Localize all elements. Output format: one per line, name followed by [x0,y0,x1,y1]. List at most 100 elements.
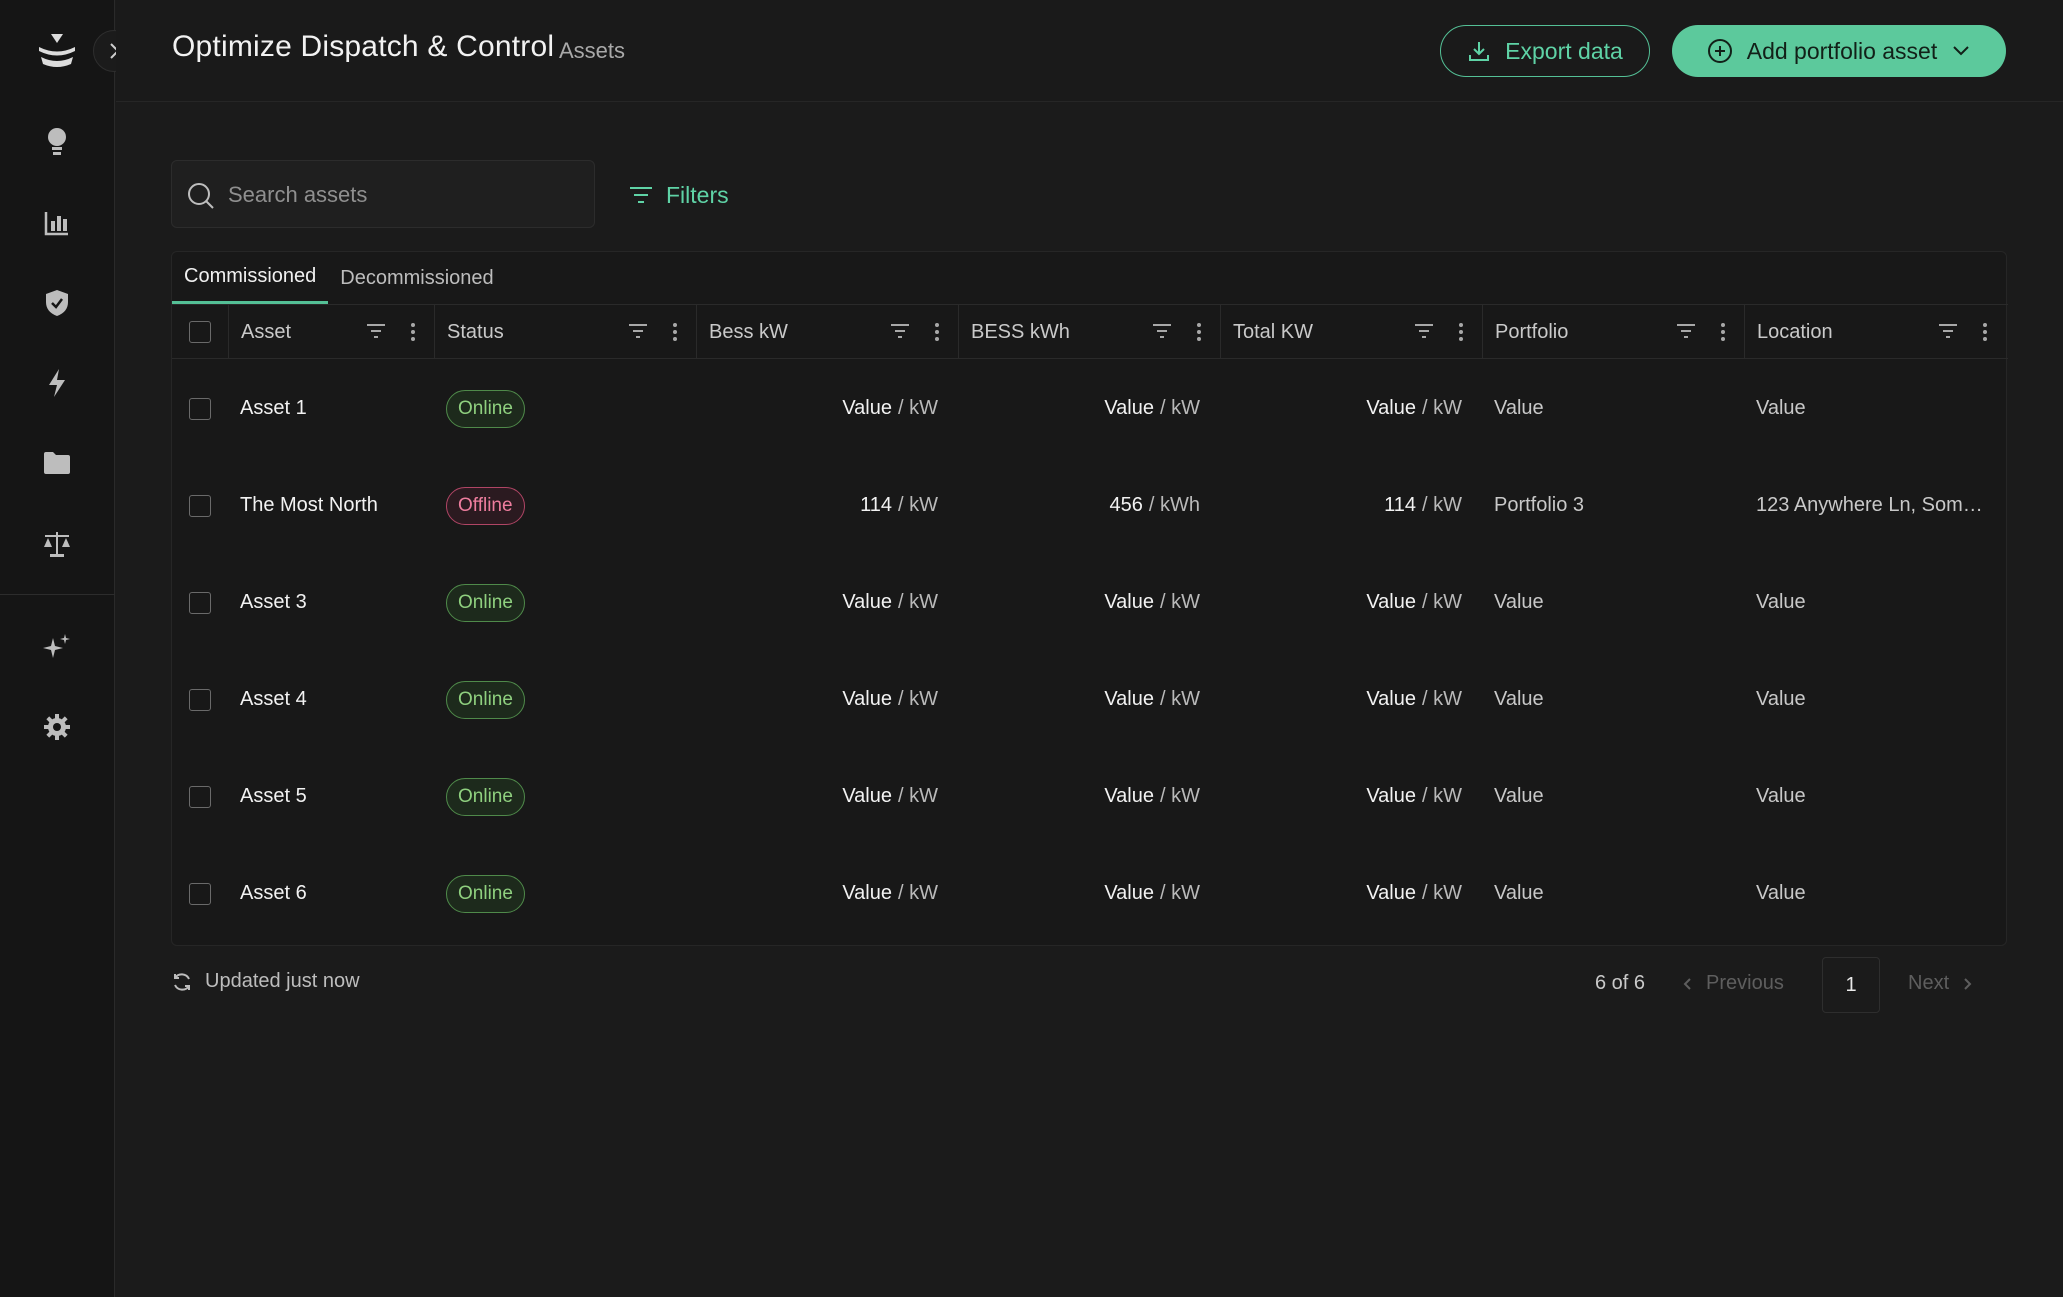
status-cell: Offline [446,457,646,554]
column-menu-icon[interactable] [672,322,678,342]
chevron-right-icon [1964,977,1972,990]
shield-icon[interactable] [40,286,74,320]
row-checkbox[interactable] [189,688,211,711]
portfolio-cell: Value [1494,882,1544,904]
add-portfolio-asset-button[interactable]: Add portfolio asset [1672,25,2006,77]
column-filter-icon[interactable] [1938,322,1958,340]
total-kw-unit: / kW [1422,785,1462,807]
column-header-bess-kw[interactable]: Bess kW [696,305,958,359]
portfolio-cell: Portfolio 3 [1494,494,1585,516]
table-row[interactable]: Asset 5 Online Value / kW Value / kW Value / kW… [172,748,2008,845]
bar-chart-icon[interactable] [40,206,74,240]
column-menu-icon[interactable] [410,322,416,342]
tab-decommissioned[interactable]: Decommissioned [328,252,505,304]
bess-kwh-cell: Value / kW [958,845,1200,942]
total-kw-value: Value [1366,785,1416,807]
bess-kwh-unit: / kW [1160,688,1200,710]
column-header-label: Portfolio [1495,320,1569,343]
export-data-button[interactable]: Export data [1440,25,1650,77]
column-header-label: Location [1757,320,1833,343]
lightning-icon[interactable] [40,366,74,400]
column-header-portfolio[interactable]: Portfolio [1482,305,1744,359]
row-checkbox[interactable] [189,882,211,905]
column-filter-icon[interactable] [1676,322,1696,340]
lightbulb-icon[interactable] [40,124,74,158]
previous-page-button[interactable]: Previous [1682,972,1784,995]
total-kw-unit: / kW [1422,397,1462,419]
search-box[interactable] [171,160,595,228]
select-all-checkbox[interactable] [189,321,211,343]
bess-kwh-value: Value [1104,591,1154,613]
column-menu-icon[interactable] [1196,322,1202,342]
page-header: Optimize Dispatch & Control Assets Expor… [116,0,2063,102]
row-checkbox[interactable] [189,397,211,420]
column-header-location[interactable]: Location [1744,305,2006,359]
row-checkbox-cell [189,748,219,845]
column-menu-icon[interactable] [1458,322,1464,342]
portfolio-cell: Value [1494,397,1544,419]
column-filter-icon[interactable] [1152,322,1172,340]
status-cell: Online [446,845,646,942]
table-row[interactable]: Asset 1 Online Value / kW Value / kW Value / kW… [172,360,2008,457]
tab-commissioned[interactable]: Commissioned [172,252,329,304]
bess-kwh-unit: / kW [1160,591,1200,613]
refresh-status[interactable]: Updated just now [171,970,360,993]
column-menu-icon[interactable] [1720,322,1726,342]
column-filter-icon[interactable] [890,322,910,340]
bess-kw-cell: Value / kW [696,360,938,457]
column-menu-icon[interactable] [934,322,940,342]
folder-icon[interactable] [40,446,74,480]
row-checkbox[interactable] [189,785,211,808]
total-kw-cell: Value / kW [1220,554,1462,651]
gear-icon[interactable] [40,710,74,744]
next-page-button[interactable]: Next [1908,972,1973,995]
column-header-total-kw[interactable]: Total KW [1220,305,1482,359]
asset-name[interactable]: Asset 3 [240,554,430,651]
column-header-status[interactable]: Status [434,305,696,359]
status-badge: Offline [446,486,525,525]
column-header-label: Bess kW [709,320,788,343]
portfolio-cell: Value [1494,688,1544,710]
bess-kwh-cell: Value / kW [958,748,1200,845]
plus-circle-icon [1707,39,1732,63]
column-header-label: BESS kWh [971,320,1070,343]
chevron-down-icon[interactable] [1951,44,1971,58]
status-badge: Online [446,680,525,719]
scale-icon[interactable] [40,527,74,561]
row-checkbox-cell [189,554,219,651]
bess-kw-unit: / kW [898,882,938,904]
bess-kwh-cell: Value / kW [958,554,1200,651]
search-input[interactable] [228,175,578,215]
bess-kwh-unit: / kWh [1148,494,1200,516]
asset-name[interactable]: Asset 5 [240,748,430,845]
location-cell: Value [1756,785,1806,807]
location-cell: Value [1756,591,1806,613]
column-menu-icon[interactable] [1982,322,1988,342]
page-number-1[interactable]: 1 [1822,957,1880,1013]
column-header-bess-kwh[interactable]: BESS kWh [958,305,1220,359]
bess-kw-value: Value [842,785,892,807]
asset-name[interactable]: Asset 6 [240,845,430,942]
row-checkbox[interactable] [189,494,211,517]
table-row[interactable]: Asset 3 Online Value / kW Value / kW Value / kW… [172,554,2008,651]
table-row[interactable]: Asset 6 Online Value / kW Value / kW Value / kW… [172,845,2008,942]
column-filter-icon[interactable] [628,322,648,340]
column-header-asset[interactable]: Asset [228,305,434,359]
table-row[interactable]: The Most North Offline 114 / kW 456/ kWh 114 /… [172,457,2008,554]
logo-icon[interactable] [35,30,79,74]
sparkles-icon[interactable] [40,630,74,664]
table-row[interactable]: Asset 4 Online Value / kW Value / kW Value / kW… [172,651,2008,748]
bess-kwh-value: 456 [1109,494,1143,516]
total-kw-value: Value [1366,397,1416,419]
portfolio-cell: Value [1494,591,1544,613]
total-kw-unit: / kW [1422,494,1462,516]
column-filter-icon[interactable] [366,322,386,340]
column-filter-icon[interactable] [1414,322,1434,340]
filters-button[interactable]: Filters [628,178,729,212]
row-checkbox-cell [189,845,219,942]
asset-name[interactable]: Asset 4 [240,651,430,748]
asset-name[interactable]: The Most North [240,457,430,554]
asset-name[interactable]: Asset 1 [240,360,430,457]
row-checkbox[interactable] [189,591,211,614]
next-label: Next [1908,972,1950,994]
